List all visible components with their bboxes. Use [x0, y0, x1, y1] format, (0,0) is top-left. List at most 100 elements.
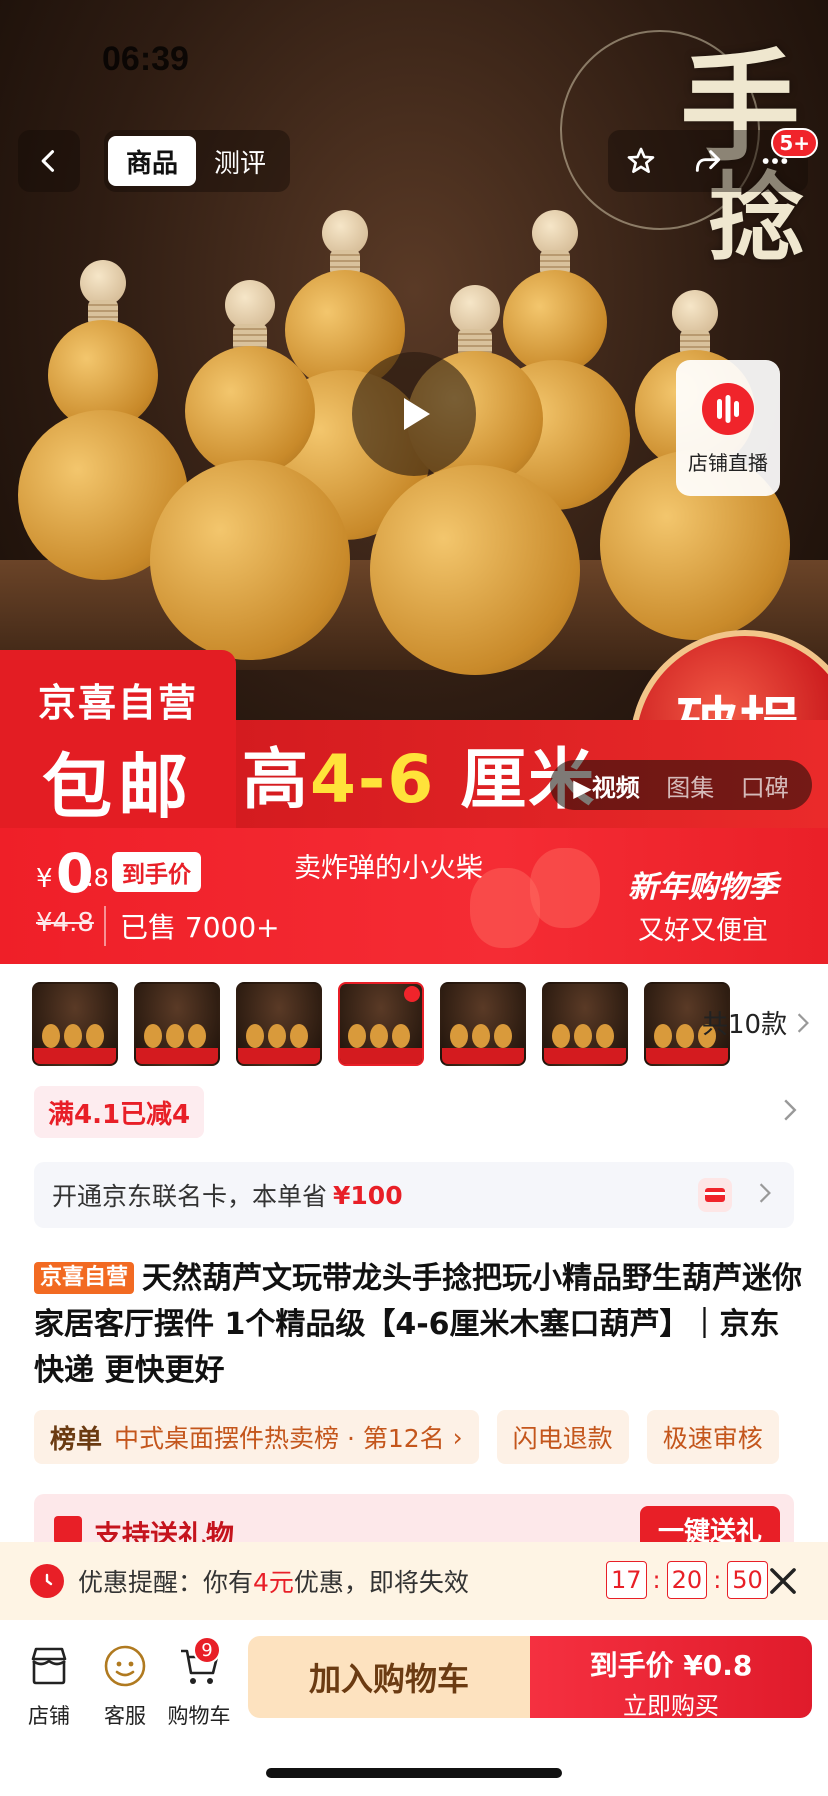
chevron-right-icon[interactable] [782, 1098, 798, 1122]
thumb-red-band [238, 1048, 320, 1064]
gourd-thumb-mark [188, 1024, 206, 1048]
store-icon [25, 1642, 73, 1690]
fast-review-chip[interactable]: 极速审核 [646, 1410, 779, 1464]
thumb-red-band [544, 1048, 626, 1064]
price-strip: ¥ 0 .8 到手价 ¥4.8 已售 7000+ 卖炸弹的小火柴 新年购物季 又… [0, 828, 828, 964]
variant-thumbnail[interactable] [338, 982, 424, 1066]
gourd-thumb-mark [348, 1024, 366, 1048]
store-button[interactable]: 店铺 [14, 1642, 84, 1730]
seller-name: 卖炸弹的小火柴 [294, 853, 483, 884]
gourd-thumb-mark [450, 1024, 468, 1048]
gourd-thumb-mark [676, 1024, 694, 1048]
jingxi-self-operated-tag: 京喜自营 [34, 1262, 135, 1294]
variant-thumbnail[interactable] [32, 982, 118, 1066]
gourd-thumb-mark [166, 1024, 184, 1048]
timer-seconds: 50 [727, 1561, 768, 1599]
gourd-image [150, 280, 350, 660]
live-stream-icon [702, 382, 754, 435]
share-button[interactable] [683, 136, 733, 186]
close-icon[interactable] [764, 1562, 802, 1600]
chevron-right-icon [759, 1183, 771, 1203]
discount-reminder: 优惠提醒：你有 4元 优惠，即将失效 17 : 20 : 50 [0, 1542, 828, 1620]
original-price: ¥4.8 [36, 908, 94, 938]
tab-product[interactable]: 商品 [108, 136, 196, 186]
rank-chip[interactable]: 榜单 中式桌面摆件热卖榜 · 第12名 › [34, 1410, 479, 1464]
star-icon [627, 147, 655, 173]
customer-service-button[interactable]: 客服 [90, 1642, 160, 1730]
store-live-label: 店铺直播 [688, 450, 768, 475]
variant-thumbnail[interactable] [440, 982, 526, 1066]
thumb-red-band [136, 1048, 218, 1064]
tab-review[interactable]: 测评 [196, 136, 284, 186]
final-price-tag: 到手价 [112, 852, 201, 892]
bottom-action-bar: 店铺 客服 9 购物车 加入购物车 到手价 ¥0.8 立即购买 [0, 1620, 828, 1796]
cart-count-badge: 9 [193, 1636, 221, 1664]
gourd-thumb-mark [392, 1024, 410, 1048]
thumb-red-band [442, 1048, 524, 1064]
gourd-thumb-mark [144, 1024, 162, 1048]
play-icon [404, 398, 430, 430]
variants-count-button[interactable]: 共10款 [702, 1004, 811, 1041]
gourd-thumb-mark [596, 1024, 614, 1048]
countdown-timer: 17 : 20 : 50 [606, 1561, 768, 1599]
share-icon [695, 150, 721, 172]
gift-icon [54, 1516, 82, 1544]
timer-minutes: 20 [666, 1561, 708, 1599]
gourd-thumb-mark [268, 1024, 286, 1048]
lantern-decoration [530, 848, 600, 928]
wallet-icon [698, 1178, 732, 1212]
home-indicator [266, 1768, 562, 1778]
variant-thumbnail[interactable] [542, 982, 628, 1066]
jingxi-free-shipping-tag: 京喜自营 包邮 [0, 650, 236, 828]
message-badge: 5+ [771, 128, 818, 158]
store-live-button[interactable]: 店铺直播 [676, 360, 780, 496]
sold-count: 已售 7000+ [104, 906, 280, 946]
coupon-badge[interactable]: 满4.1已减4 [34, 1086, 205, 1138]
favorite-button[interactable] [616, 136, 666, 186]
media-tab-reputation[interactable]: 口碑 [741, 768, 789, 803]
play-video-button[interactable] [352, 352, 476, 476]
price-decimal: .8 [86, 864, 109, 892]
media-tab-video[interactable]: ▶视频 [573, 768, 639, 803]
status-time: 06:39 [102, 40, 189, 78]
variant-thumbnail[interactable] [134, 982, 220, 1066]
media-tab-gallery[interactable]: 图集 [666, 768, 714, 803]
fast-refund-chip[interactable]: 闪电退款 [496, 1410, 629, 1464]
back-button[interactable] [18, 130, 80, 192]
gourd-thumb-mark [654, 1024, 672, 1048]
media-tabs: ▶视频 图集 口碑 [550, 760, 812, 810]
selected-indicator [404, 986, 420, 1002]
gourd-thumb-mark [42, 1024, 60, 1048]
gourd-thumb-mark [574, 1024, 592, 1048]
season-promo: 新年购物季 又好又便宜 [628, 870, 778, 946]
header-tabs: 商品 测评 [104, 130, 290, 192]
price-currency: ¥ [36, 864, 53, 894]
gourd-thumb-mark [290, 1024, 308, 1048]
chevron-right-icon: › [452, 1422, 463, 1452]
product-title: 京喜自营 天然葫芦文玩带龙头手捻把玩小精品野生葫芦迷你家居客厅摆件 1个精品级【4… [34, 1261, 803, 1388]
cobrand-card-offer[interactable]: 开通京东联名卡，本单省 ¥100 [34, 1162, 794, 1228]
buy-now-button[interactable]: 到手价 ¥0.8 立即购买 [530, 1636, 812, 1720]
timer-hours: 17 [606, 1561, 647, 1599]
customer-service-icon [101, 1642, 149, 1690]
gourd-image [370, 285, 580, 675]
product-media-hero[interactable]: 手 捻 06:39 商品 测评 5+ 店铺直播 高4-6 厘米 京喜自营 包邮 … [0, 0, 828, 828]
gourd-thumb-mark [86, 1024, 104, 1048]
thumb-red-band [34, 1048, 116, 1064]
cart-button[interactable]: 9 购物车 [164, 1636, 234, 1730]
clock-icon [30, 1564, 64, 1598]
add-to-cart-button[interactable]: 加入购物车 [248, 1636, 530, 1718]
chevron-left-icon [41, 150, 55, 172]
cart-icon: 9 [175, 1636, 223, 1690]
gourd-thumb-mark [64, 1024, 82, 1048]
gourd-thumb-mark [494, 1024, 512, 1048]
gourd-thumb-mark [246, 1024, 264, 1048]
thumb-red-band [340, 1048, 422, 1064]
gourd-thumb-mark [472, 1024, 490, 1048]
rank-row: 榜单 中式桌面摆件热卖榜 · 第12名 › 闪电退款 极速审核 [34, 1410, 779, 1464]
variant-thumbnail[interactable] [236, 982, 322, 1066]
chevron-right-icon [797, 1012, 810, 1033]
gourd-thumb-mark [370, 1024, 388, 1048]
thumb-red-band [646, 1048, 728, 1064]
gourd-thumb-mark [552, 1024, 570, 1048]
